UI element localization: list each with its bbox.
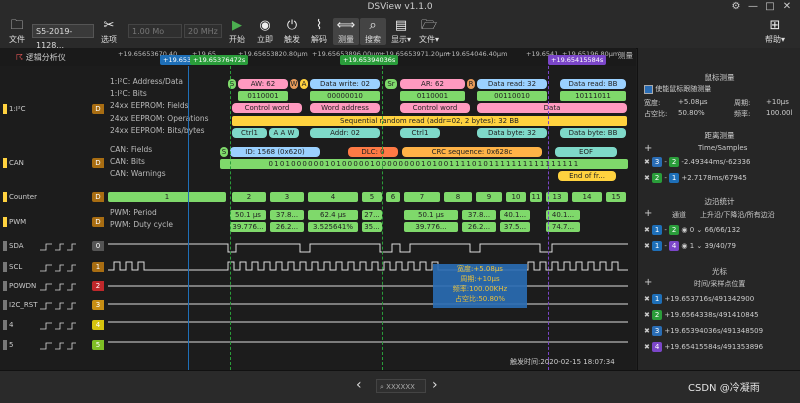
add-distance-button[interactable]: + [644, 143, 652, 154]
help-icon: ⊞ [769, 18, 781, 33]
next-button[interactable]: › [432, 377, 438, 393]
period-value: +10μs [766, 98, 789, 106]
edge-header: 上升沿/下降沿/所有边沿 [700, 211, 775, 219]
cursor-measure-title: 鼠标测量 [704, 73, 735, 82]
cursor-row-4[interactable]: ✖ 4 +19.65415584s/491353896 [644, 342, 763, 352]
distance-row-2[interactable]: ✖ 2 - 1 +2.7178ms/67945 [644, 173, 747, 183]
settings-icon[interactable]: ⚙ [730, 1, 742, 12]
edge-row-1[interactable]: ✖ 1 - 2 ◉ 0 ⌄ 66/66/132 [644, 225, 740, 235]
watermark: CSDN @冷凝雨 [688, 383, 760, 394]
cursor-row-1[interactable]: ✖ 1 +19.653716s/491342900 [644, 294, 754, 304]
maximize-button[interactable]: □ [764, 1, 776, 12]
cursor-line-3[interactable] [382, 66, 383, 370]
cursor-row-2[interactable]: ✖ 2 +19.6564338s/491410845 [644, 310, 759, 320]
cursor-line-2[interactable] [230, 66, 231, 370]
edge-channel-header: 通道 [672, 211, 686, 219]
measure-panel: 鼠标测量 使能鼠标跟随测量 宽度: +5.08μs 周期: +10μs 占空比:… [637, 48, 800, 370]
channel-select[interactable]: ◉ 1 ⌄ [681, 242, 702, 250]
time-samples-header: Time/Samples [698, 144, 748, 152]
width-value: +5.08μs [678, 98, 708, 106]
status-bar: 触发时间:2020-02-15 18:07:34 ‹ ⌕ XXXXXX › CS… [0, 358, 800, 403]
edge-row-2[interactable]: ✖ 1 - 4 ◉ 1 ⌄ 39/40/79 [644, 241, 736, 251]
edge-stats-title: 边沿统计 [704, 197, 735, 206]
width-label: 宽度: [644, 99, 661, 107]
trigger-time: 触发时间:2020-02-15 18:07:34 [510, 358, 615, 366]
add-edge-button[interactable]: + [644, 208, 652, 219]
cursor-line-1[interactable] [188, 66, 189, 370]
remove-icon[interactable]: ✖ [644, 158, 650, 166]
add-cursor-button[interactable]: + [644, 277, 652, 288]
prev-button[interactable]: ‹ [356, 377, 362, 393]
freq-label: 频率: [734, 110, 751, 118]
close-button[interactable]: ✕ [781, 1, 793, 12]
period-label: 周期: [734, 99, 751, 107]
cursor-header: 时间/采样点位置 [694, 280, 746, 288]
freq-value: 100.00l [766, 109, 793, 117]
cursor-line-4[interactable] [548, 66, 549, 370]
measurement-popup: 宽度:+5.08μs 周期:+10μs 频率:100.00KHz 占空比:50.… [433, 264, 527, 308]
cursor-row-3[interactable]: ✖ 3 +19.65394036s/491348509 [644, 326, 763, 336]
help-menu-button[interactable]: ⊞ 帮助▾ [762, 18, 788, 45]
follow-checkbox[interactable]: 使能鼠标跟随测量 [644, 84, 711, 94]
duty-label: 占空比: [644, 110, 668, 118]
distance-title: 距离测量 [704, 131, 735, 140]
duty-value: 50.80% [678, 109, 705, 117]
channel-select[interactable]: ◉ 0 ⌄ [681, 226, 702, 234]
search-input[interactable]: ⌕ XXXXXX [376, 379, 426, 393]
cursor-title: 光标 [712, 267, 727, 276]
remove-icon[interactable]: ✖ [644, 174, 650, 182]
distance-row-1[interactable]: ✖ 3 - 2 -2.49344ms/-62336 [644, 157, 750, 167]
search-icon: ⌕ [380, 383, 384, 391]
minimize-button[interactable]: — [747, 1, 759, 12]
digital-waveforms [40, 243, 628, 350]
